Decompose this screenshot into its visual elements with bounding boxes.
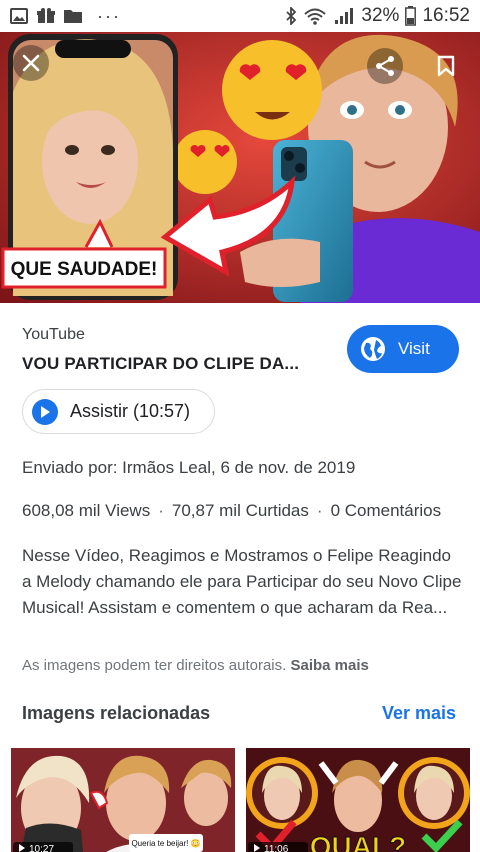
result-title[interactable]: VOU PARTICIPAR DO CLIPE DA... xyxy=(22,354,299,374)
clock: 16:52 xyxy=(422,5,470,26)
separator: · xyxy=(158,501,164,520)
comments-count: 0 Comentários xyxy=(330,501,442,520)
source-label: YouTube xyxy=(22,326,85,343)
bluetooth-icon xyxy=(286,7,297,25)
thumbnail-artwork: QUE SAUDADE! xyxy=(0,32,480,303)
copyright-notice: As imagens podem ter direitos autorais. … xyxy=(22,657,369,674)
share-icon xyxy=(376,56,394,76)
visit-button[interactable]: Visit xyxy=(347,325,459,373)
status-bar: ··· 32% 16:52 xyxy=(0,0,480,32)
related-image-2[interactable]: QUAL? 11:06 xyxy=(246,748,470,852)
views-count: 608,08 mil Views xyxy=(22,501,151,520)
video-description: Nesse Vídeo, Reagimos e Mostramos o Feli… xyxy=(22,546,462,617)
wifi-icon xyxy=(304,8,327,25)
related-duration: 10:27 xyxy=(29,844,54,852)
learn-more-link[interactable]: Saiba mais xyxy=(290,657,368,674)
battery-icon xyxy=(405,6,417,26)
battery-percent: 32% xyxy=(361,5,400,26)
close-button[interactable] xyxy=(13,45,49,81)
hero-caption: QUE SAUDADE! xyxy=(11,259,158,280)
related-thumbnail-artwork: Queria te beijar! 😳 10:27 xyxy=(11,748,235,852)
image-icon xyxy=(10,8,28,24)
close-icon xyxy=(22,54,40,72)
play-icon xyxy=(32,398,58,425)
upload-info: Enviado por: Irmãos Leal, 6 de nov. de 2… xyxy=(22,458,356,477)
hero-image[interactable]: QUE SAUDADE! xyxy=(0,32,480,303)
likes-count: 70,87 mil Curtidas xyxy=(171,501,309,520)
separator: · xyxy=(316,501,323,520)
video-stats: 608,08 mil Views · 70,87 mil Curtidas · … xyxy=(22,501,441,521)
related-image-1[interactable]: Queria te beijar! 😳 10:27 xyxy=(11,748,235,852)
watch-label: Assistir (10:57) xyxy=(70,401,191,421)
share-button[interactable] xyxy=(367,48,403,84)
more-notifications-icon: ··· xyxy=(97,6,121,26)
see-more-link[interactable]: Ver mais xyxy=(382,703,456,724)
visit-label: Visit xyxy=(398,339,430,358)
bookmark-icon xyxy=(437,55,455,77)
folder-icon xyxy=(64,10,82,23)
related-overlay-text: QUAL? xyxy=(310,831,406,852)
signal-icon xyxy=(335,8,354,24)
watch-button[interactable]: Assistir (10:57) xyxy=(22,389,215,434)
copyright-text: As imagens podem ter direitos autorais. xyxy=(22,657,287,674)
gift-icon xyxy=(37,8,55,23)
related-bubble-text: Queria te beijar! 😳 xyxy=(131,839,200,848)
related-images-heading: Imagens relacionadas xyxy=(22,703,211,723)
globe-icon xyxy=(361,337,385,361)
save-button[interactable] xyxy=(428,48,464,84)
related-duration: 11:06 xyxy=(264,844,289,852)
related-thumbnail-artwork: QUAL? 11:06 xyxy=(246,748,470,852)
